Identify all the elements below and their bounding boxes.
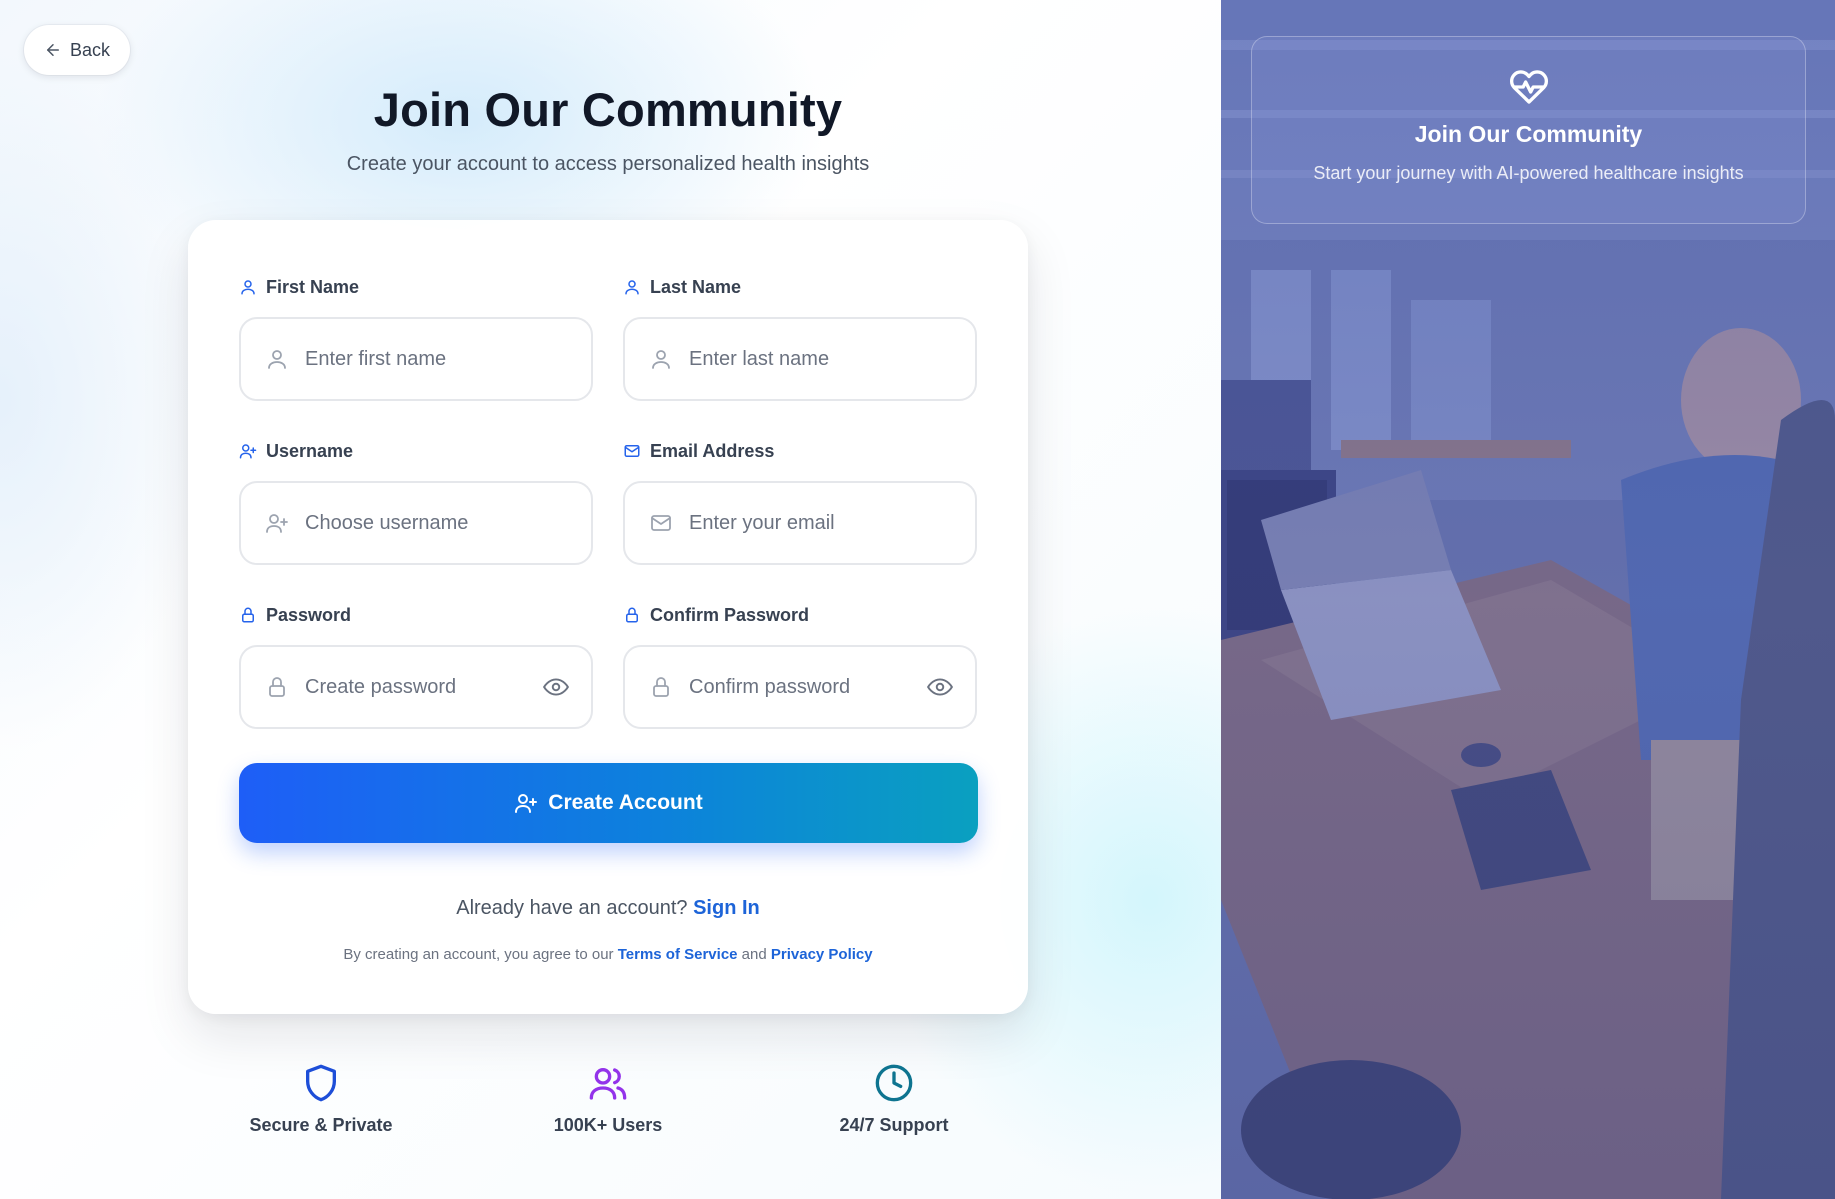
signin-prompt: Already have an account? [456, 897, 688, 919]
user-icon [241, 280, 255, 295]
promo-title: Join Our Community [1414, 121, 1643, 147]
lock-icon [653, 677, 669, 697]
privacy-policy-link[interactable]: Privacy Policy [771, 946, 873, 963]
last-name-input[interactable] [689, 347, 975, 371]
user-plus-icon [515, 794, 538, 813]
confirm-password-label-row: Confirm Password [623, 603, 977, 627]
mail-icon [651, 515, 671, 531]
first-name-label: First Name [266, 276, 360, 297]
arrow-left-icon [46, 44, 59, 56]
create-account-label: Create Account [548, 791, 703, 814]
password-label: Password [266, 604, 352, 625]
promo-card: Join Our Community Start your journey wi… [1251, 36, 1806, 224]
terms-prefix: By creating an account, you agree to our [343, 946, 614, 963]
confirm-password-label: Confirm Password [650, 604, 810, 625]
signin-row: Already have an account? Sign In [188, 897, 1028, 920]
last-name-group: Last Name [623, 275, 977, 401]
password-input[interactable] [305, 675, 527, 699]
confirm-password-input[interactable] [689, 675, 911, 699]
email-label: Email Address [650, 440, 775, 461]
first-name-label-row: First Name [239, 275, 593, 299]
back-button[interactable]: Back [24, 25, 130, 75]
clock-icon [875, 1064, 913, 1102]
lock-icon [626, 607, 638, 623]
username-field[interactable] [239, 481, 593, 565]
terms-notice: By creating an account, you agree to our… [188, 946, 1028, 963]
page-subtitle: Create your account to access personaliz… [346, 153, 870, 175]
last-name-label-row: Last Name [623, 275, 977, 299]
feature-label: Secure & Private [249, 1115, 393, 1135]
mail-icon [624, 445, 640, 457]
hero-image-panel: Join Our Community Start your journey wi… [1221, 0, 1835, 1199]
first-name-group: First Name [239, 275, 593, 401]
password-label-row: Password [239, 603, 593, 627]
feature-label: 24/7 Support [839, 1115, 949, 1135]
username-label: Username [266, 440, 354, 461]
first-name-field[interactable] [239, 317, 593, 401]
feature-support: 24/7 Support [794, 1063, 994, 1136]
create-account-button[interactable]: Create Account [239, 763, 978, 843]
page-title: Join Our Community [373, 83, 843, 136]
eye-icon[interactable] [543, 674, 569, 700]
terms-of-service-link[interactable]: Terms of Service [618, 946, 738, 963]
feature-secure: Secure & Private [221, 1063, 421, 1136]
terms-conj: and [741, 946, 767, 963]
feature-users: 100K+ Users [508, 1063, 708, 1136]
user-icon [652, 350, 670, 369]
shield-icon [306, 1064, 336, 1102]
signup-panel: Back Join Our Community Create your acco… [0, 0, 1221, 1199]
user-plus-icon [266, 514, 288, 533]
sign-in-link[interactable]: Sign In [693, 897, 760, 919]
lock-icon [269, 677, 285, 697]
last-name-field[interactable] [623, 317, 977, 401]
feature-label: 100K+ Users [553, 1115, 663, 1135]
user-plus-icon [239, 444, 257, 459]
promo-subtitle: Start your journey with AI-powered healt… [1313, 163, 1744, 183]
users-icon [589, 1068, 627, 1100]
first-name-input[interactable] [305, 347, 591, 371]
password-group: Password [239, 603, 593, 729]
back-label: Back [69, 39, 111, 60]
email-field[interactable] [623, 481, 977, 565]
heart-pulse-icon [1509, 70, 1548, 104]
username-group: Username [239, 439, 593, 565]
last-name-label: Last Name [650, 276, 742, 297]
email-group: Email Address [623, 439, 977, 565]
eye-icon[interactable] [927, 674, 953, 700]
username-input[interactable] [305, 511, 591, 535]
email-label-row: Email Address [623, 439, 977, 463]
username-label-row: Username [239, 439, 593, 463]
user-icon [268, 350, 286, 369]
email-input[interactable] [689, 511, 975, 535]
signup-form-card: First Name Last Name Username [188, 220, 1028, 1014]
password-field[interactable] [239, 645, 593, 729]
confirm-password-group: Confirm Password [623, 603, 977, 729]
user-icon [625, 280, 639, 295]
lock-icon [242, 607, 254, 623]
confirm-password-field[interactable] [623, 645, 977, 729]
